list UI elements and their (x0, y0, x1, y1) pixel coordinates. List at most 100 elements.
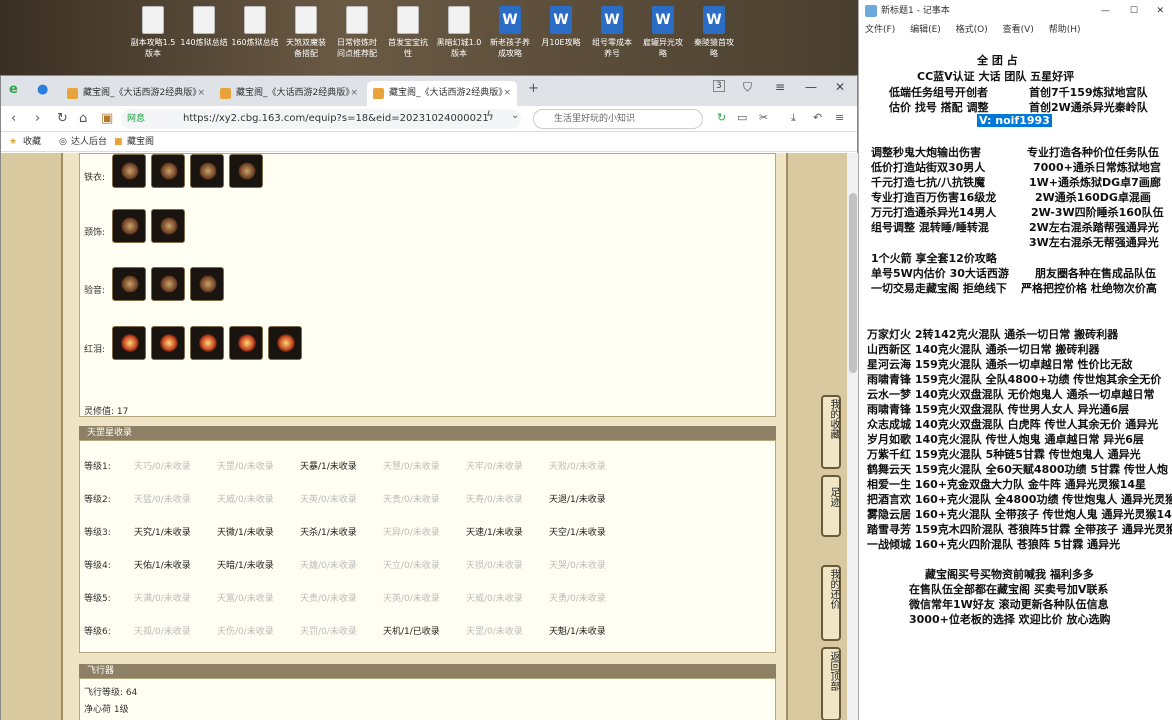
notepad-line: 万家灯火 2转142克火混队 通杀一切日常 搬砖利器 (867, 326, 1118, 342)
star-cell: 天雄/0/未收录 (300, 561, 357, 571)
equip-item-icon[interactable] (112, 326, 146, 360)
screenshot-icon[interactable]: ▭ (737, 111, 747, 124)
notepad-line-text: 1个火箭 享全套12价攻略 (871, 252, 997, 265)
desktop-icon[interactable]: 140炼狱总结 (175, 6, 233, 48)
minimize-icon[interactable]: — (1101, 0, 1110, 22)
level-label: 等级2: (84, 495, 111, 505)
menu-edit[interactable]: 编辑(E) (910, 25, 941, 35)
star-cell: 天究/1/未收录 (134, 528, 191, 538)
search-input[interactable]: 生活里好玩的小知识 (533, 109, 703, 129)
notepad-line-text: 万紫千红 159克火混队 5种链5甘霖 传世炮鬼人 通异光 (867, 448, 1141, 461)
equip-item-icon[interactable] (112, 154, 146, 188)
tab-2[interactable]: 藏宝阁_《大话西游2经典版》 × (214, 81, 364, 106)
desktop-icon[interactable]: 黑暗幻城1.0 版本 (430, 6, 488, 59)
star-cell: 天猛/0/未收录 (134, 495, 191, 505)
chevron-down-icon[interactable]: ⌄ (511, 110, 519, 121)
desktop-icon[interactable]: W 雇罐异光攻 略 (634, 6, 692, 59)
equip-item-icon[interactable] (190, 267, 224, 301)
back-to-top-button[interactable]: 返回顶部 (821, 647, 841, 720)
desktop-icon[interactable]: 日常修炼时 间点推荐配 (328, 6, 386, 59)
equip-item-icon[interactable] (151, 267, 185, 301)
close-tab-icon[interactable]: × (197, 81, 205, 106)
forward-icon[interactable]: › (35, 111, 40, 126)
desktop-icon[interactable]: W 秦陵猿首攻 略 (685, 6, 743, 59)
side-button-label: 我的收藏 (828, 399, 839, 439)
close-window-icon[interactable]: ✕ (835, 80, 845, 94)
menu-view[interactable]: 查看(V) (1003, 25, 1034, 35)
bolt-icon[interactable]: ϟ (486, 109, 494, 123)
notepad-line-text: 雨啸青锋 159克火双盘混队 传世男人女人 异光通6层 (867, 403, 1130, 416)
equip-item-icon[interactable] (190, 326, 224, 360)
menu-file[interactable]: 文件(F) (865, 25, 895, 35)
my-favorites-button[interactable]: 我的收藏 (821, 395, 841, 469)
notepad-line-text: 朋友圈各种在售成品队伍 (1035, 267, 1156, 280)
equip-item-icon[interactable] (229, 154, 263, 188)
back-icon[interactable]: ‹ (11, 111, 16, 126)
tab-3-active[interactable]: 藏宝阁_《大话西游2经典版》 × (367, 81, 517, 106)
notepad-line: 踏雪寻芳 159克木四阶混队 苍狼阵5甘霖 全带孩子 通异光灵猴 (867, 521, 1172, 537)
desktop-icon[interactable]: W 月10E攻略 (532, 6, 590, 48)
equip-item-icon[interactable] (229, 326, 263, 360)
home-icon[interactable]: ⌂ (79, 111, 87, 126)
shirt-icon[interactable]: ⛉ (743, 80, 752, 95)
desktop-icon[interactable]: 副本攻略1.5 版本 (124, 6, 182, 59)
notepad-text-area[interactable]: 全 团 占 CC蓝V认证 大话 团队 五星好评 低端任务组号开创者 首创7千159炼狱… (859, 40, 1172, 720)
notepad-line-text: 云水一梦 140克火双盘混队 无价炮鬼人 通杀一切卓越日常 (867, 388, 1155, 401)
notepad-line: 岁月如歌 140克火混队 传世人炮鬼 通卓越日常 异光6层 (867, 431, 1144, 447)
bag-icon[interactable]: ▣ (101, 111, 113, 126)
close-tab-icon[interactable]: × (503, 81, 511, 106)
bookmark-favorites[interactable]: 收藏 (23, 132, 41, 152)
undo-icon[interactable]: ↶ (813, 111, 822, 124)
star-cell: 天败/0/未收录 (549, 462, 606, 472)
more-icon[interactable]: ≡ (835, 111, 844, 124)
notepad-line-text: 万元打造通杀异光14男人 (871, 206, 997, 219)
star-cell: 天杀/1/未收录 (300, 528, 357, 538)
desktop-icon[interactable]: W 新老孩子养 成攻略 (481, 6, 539, 59)
star-cell: 天英/0/未收录 (383, 594, 440, 604)
shield-icon[interactable]: ● (37, 82, 48, 97)
footprint-button[interactable]: 足迹 (821, 475, 841, 537)
equip-item-icon[interactable] (190, 154, 224, 188)
sync-icon[interactable]: ↻ (717, 111, 726, 124)
notepad-line-text: 微信常年1W好友 滚动更新各种队伍信息 (909, 598, 1109, 611)
tab-1[interactable]: 藏宝阁_《大话西游2经典版》 × (61, 81, 211, 106)
text-file-icon (295, 6, 317, 34)
minimize-icon[interactable]: — (805, 80, 817, 94)
menu-help[interactable]: 帮助(H) (1049, 25, 1081, 35)
scroll-thumb[interactable] (849, 193, 857, 373)
new-tab-icon[interactable]: + (528, 81, 539, 96)
desktop-icon-label: 雇罐异光攻 略 (643, 38, 683, 58)
equip-item-icon[interactable] (151, 209, 185, 243)
notepad-icon (865, 5, 877, 17)
menu-icon[interactable]: ≡ (775, 80, 785, 94)
download-icon[interactable]: ⤓ (791, 111, 796, 125)
close-tab-icon[interactable]: × (350, 81, 358, 106)
star-cell: 天异/0/未收录 (383, 528, 440, 538)
equip-item-icon[interactable] (151, 326, 185, 360)
close-icon[interactable]: ✕ (1156, 0, 1164, 22)
cut-icon[interactable]: ✂ (759, 111, 768, 124)
notepad-line: 微信常年1W好友 滚动更新各种队伍信息 (909, 596, 1109, 612)
star-cell: 天慧/0/未收录 (383, 462, 440, 472)
section-header: 天罡星收录 (79, 426, 776, 440)
notepad-line: 2W左右混杀踏帮强通异光 (1029, 219, 1159, 235)
maximize-icon[interactable]: ☐ (1130, 0, 1138, 22)
bookmark-cbg[interactable]: 藏宝阁 (127, 132, 154, 152)
url-field[interactable]: 网息 https://xy2.cbg.163.com/equip?s=18&eid… (121, 109, 521, 129)
menu-format[interactable]: 格式(O) (956, 25, 988, 35)
equip-item-icon[interactable] (151, 154, 185, 188)
equip-item-icon[interactable] (112, 209, 146, 243)
star-cell: 天损/0/未收录 (466, 561, 523, 571)
equip-item-icon[interactable] (112, 267, 146, 301)
desktop-icon[interactable]: 首发宝宝抗 性 (379, 6, 437, 59)
tab-count-badge[interactable]: 3 (713, 80, 725, 92)
desktop-icon[interactable]: W 组号零成本 养号 (583, 6, 641, 59)
my-offers-button[interactable]: 我的还价 (821, 565, 841, 641)
refresh-icon[interactable]: ↻ (57, 111, 68, 126)
notepad-line: 单号5W内估价 30大话西游 (871, 265, 1009, 281)
equip-item-icon[interactable] (268, 326, 302, 360)
desktop-icon[interactable]: 天煞双魔装 备搭配 (277, 6, 335, 59)
star-cell: 天空/1/未收录 (549, 528, 606, 538)
desktop-icon[interactable]: 160炼狱总结 (226, 6, 284, 48)
bookmark-talent[interactable]: 达人后台 (71, 132, 107, 152)
